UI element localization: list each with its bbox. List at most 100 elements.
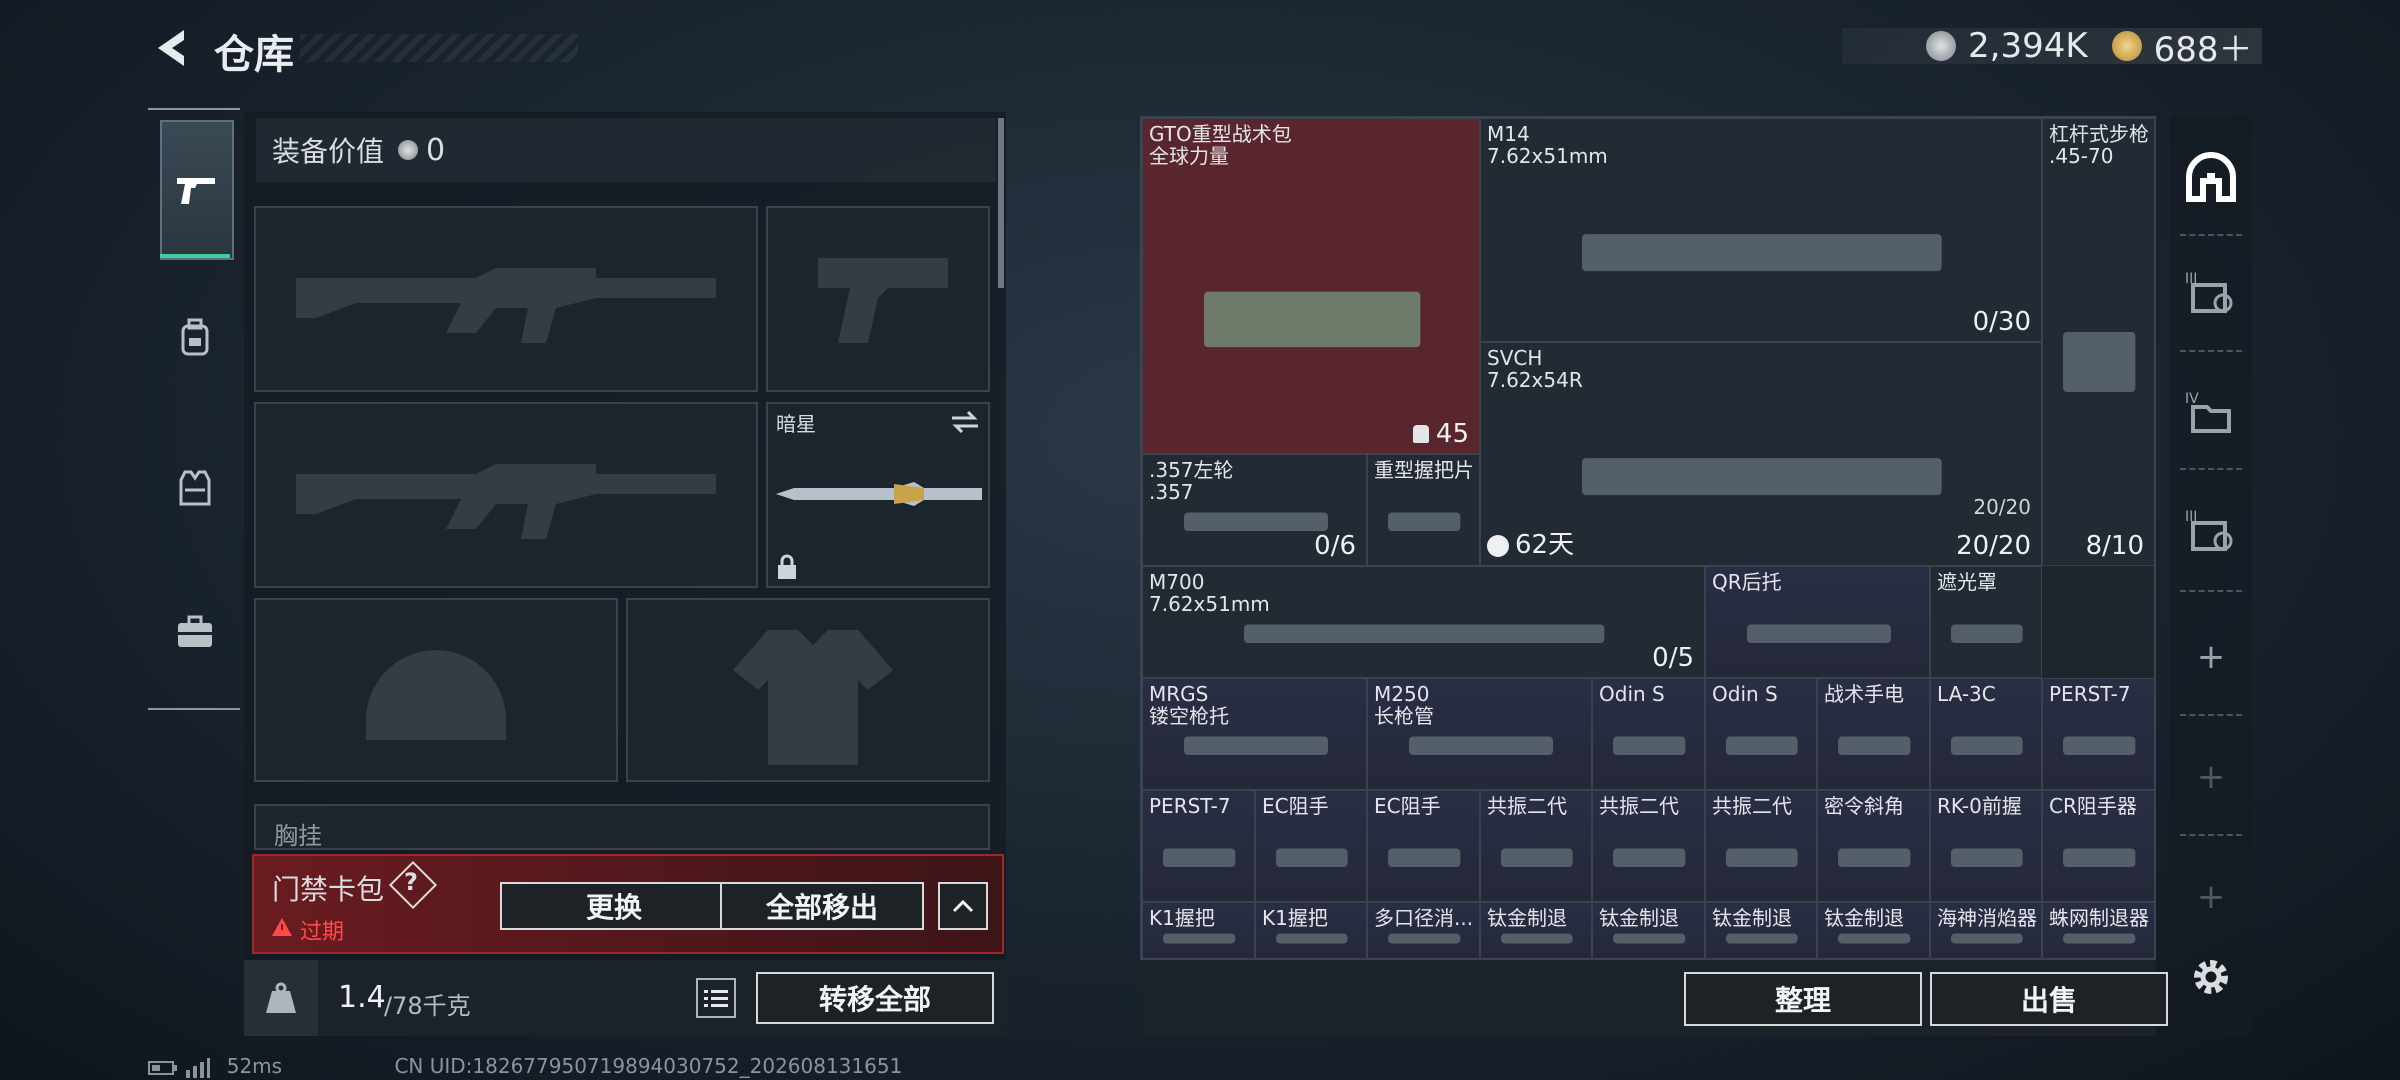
armor-slot[interactable] xyxy=(626,598,990,782)
item-name: .357左轮 .357 xyxy=(1149,458,1234,504)
inventory-item[interactable]: 钛金制退 xyxy=(1592,902,1705,958)
item-count: 45 xyxy=(1435,419,1469,449)
primary-weapon-slot[interactable] xyxy=(254,206,758,392)
storage-tab-3b[interactable]: III xyxy=(2180,500,2242,562)
inventory-item[interactable]: 钛金制退 xyxy=(1480,902,1592,958)
item-count: 0/6 xyxy=(1314,531,1356,561)
expiry-timer: 62天 xyxy=(1515,530,1575,560)
inventory-item[interactable]: 钛金制退 xyxy=(1705,902,1817,958)
inventory-item[interactable]: CR阻手器 xyxy=(2042,790,2154,902)
weight-bar: 1.4 /78千克 转移全部 xyxy=(244,960,1006,1036)
secondary-weapon-slot[interactable] xyxy=(254,402,758,588)
sort-button[interactable]: 整理 xyxy=(1684,972,1922,1026)
clock-icon xyxy=(1487,535,1509,557)
inventory-item[interactable]: RK-0前握 xyxy=(1930,790,2042,902)
inventory-item[interactable]: PERST-7 xyxy=(1142,790,1255,902)
storage-main-tab[interactable] xyxy=(2180,146,2242,208)
inventory-item[interactable]: 海神消焰器 xyxy=(1930,902,2042,958)
ping: 52ms xyxy=(226,1054,283,1078)
inventory-item[interactable]: Odin S xyxy=(1592,678,1705,790)
item-name: RK-0前握 xyxy=(1937,794,2022,818)
ammo-count-small: 20/20 xyxy=(1973,495,2031,519)
item-picture-icon xyxy=(1726,736,1798,755)
tab-case[interactable] xyxy=(160,564,230,700)
backpack-icon xyxy=(181,318,209,356)
transfer-all-button[interactable]: 转移全部 xyxy=(756,972,994,1024)
item-picture-icon xyxy=(1951,736,2023,755)
inventory-item[interactable]: 杠杆式步枪 .45-70 8/10 xyxy=(2042,118,2154,566)
tab-vest[interactable] xyxy=(160,420,230,556)
page-title: 仓库 xyxy=(214,32,294,78)
melee-slot[interactable]: 暗星 xyxy=(766,402,990,588)
storage-icon xyxy=(2186,152,2236,202)
tab-backpack[interactable] xyxy=(160,270,230,406)
item-name: 蛛网制退器 xyxy=(2049,906,2149,930)
inventory-item[interactable]: .357左轮 .357 0/6 xyxy=(1142,454,1367,566)
inventory-item[interactable]: 蛛网制退器 xyxy=(2042,902,2154,958)
inventory-item[interactable]: SVCH 7.62x54R 20/20 20/20 62天 xyxy=(1480,342,2042,566)
inventory-item[interactable]: GTO重型战术包 全球力量 45 xyxy=(1142,118,1480,454)
item-picture-icon xyxy=(1582,233,1942,271)
inventory-item[interactable]: M700 7.62x51mm 0/5 xyxy=(1142,566,1705,678)
storage-tab-4[interactable]: IV xyxy=(2180,382,2242,444)
add-storage-button-disabled[interactable]: + xyxy=(2180,746,2242,808)
category-divider xyxy=(148,708,240,710)
replace-button[interactable]: 更换 xyxy=(500,882,728,930)
item-picture-icon xyxy=(1951,848,2023,867)
inventory-item[interactable]: 钛金制退 xyxy=(1817,902,1930,958)
list-view-button[interactable] xyxy=(696,978,736,1018)
inventory-item[interactable]: LA-3C xyxy=(1930,678,2042,790)
folder-iv-icon: IV xyxy=(2185,391,2231,433)
inventory-item[interactable]: K1握把 xyxy=(1255,902,1367,958)
item-count: 8/10 xyxy=(2085,531,2144,561)
storage-tab-3a[interactable]: III xyxy=(2180,262,2242,324)
item-picture-icon xyxy=(1838,848,1911,867)
inventory-item[interactable]: 多口径消... xyxy=(1367,902,1480,958)
inventory-item[interactable]: 密令斜角 xyxy=(1817,790,1930,902)
inventory-item[interactable]: MRGS 镂空枪托 xyxy=(1142,678,1367,790)
inventory-item[interactable]: 战术手电 xyxy=(1817,678,1930,790)
swap-icon[interactable] xyxy=(950,410,980,434)
item-name: 钛金制退 xyxy=(1824,906,1904,930)
inventory-item[interactable]: 共振二代 xyxy=(1480,790,1592,902)
battery-icon xyxy=(148,1060,177,1075)
back-arrow-icon[interactable] xyxy=(148,24,196,72)
inventory-item[interactable]: K1握把 xyxy=(1142,902,1255,958)
scrollbar[interactable] xyxy=(998,118,1004,288)
move-all-out-button[interactable]: 全部移出 xyxy=(720,882,924,930)
tab-weapons[interactable] xyxy=(160,120,234,260)
inventory-item[interactable]: Odin S xyxy=(1705,678,1817,790)
item-picture-icon xyxy=(1726,848,1798,867)
collapse-button[interactable] xyxy=(938,882,988,930)
add-storage-button[interactable]: + xyxy=(2180,626,2242,688)
item-name: PERST-7 xyxy=(2049,682,2131,706)
inventory-item[interactable]: QR后托 xyxy=(1705,566,1930,678)
item-picture-icon xyxy=(1203,291,1421,347)
lock-icon xyxy=(778,554,796,579)
inventory-item[interactable]: 共振二代 xyxy=(1705,790,1817,902)
inventory-item[interactable]: 共振二代 xyxy=(1592,790,1705,902)
inventory-item[interactable]: 重型握把片 xyxy=(1367,454,1480,566)
item-name: 钛金制退 xyxy=(1712,906,1792,930)
inventory-item[interactable]: EC阻手 xyxy=(1255,790,1367,902)
gold-amount[interactable]: 688＋ xyxy=(2154,22,2253,71)
settings-button[interactable] xyxy=(2180,946,2242,1008)
item-name: M700 7.62x51mm xyxy=(1149,570,1270,616)
pistol-icon xyxy=(177,178,215,204)
item-name: MRGS 镂空枪托 xyxy=(1149,682,1229,728)
add-storage-button-disabled[interactable]: + xyxy=(2180,866,2242,928)
inventory-item[interactable]: PERST-7 xyxy=(2042,678,2154,790)
inventory-item[interactable]: 遮光罩 xyxy=(1930,566,2042,678)
help-icon[interactable]: ? xyxy=(404,868,418,896)
item-name: CR阻手器 xyxy=(2049,794,2137,818)
item-name: 遮光罩 xyxy=(1937,570,1997,594)
item-picture-icon xyxy=(1613,848,1686,867)
list-icon xyxy=(704,990,728,1007)
inventory-item[interactable]: M14 7.62x51mm 0/30 xyxy=(1480,118,2042,342)
helmet-slot[interactable] xyxy=(254,598,618,782)
inventory-item[interactable]: M250 长枪管 xyxy=(1367,678,1592,790)
inventory-item[interactable]: EC阻手 xyxy=(1367,790,1480,902)
sell-button[interactable]: 出售 xyxy=(1930,972,2168,1026)
pistol-slot[interactable] xyxy=(766,206,990,392)
chest-rig-slot[interactable]: 胸挂 xyxy=(254,804,990,850)
